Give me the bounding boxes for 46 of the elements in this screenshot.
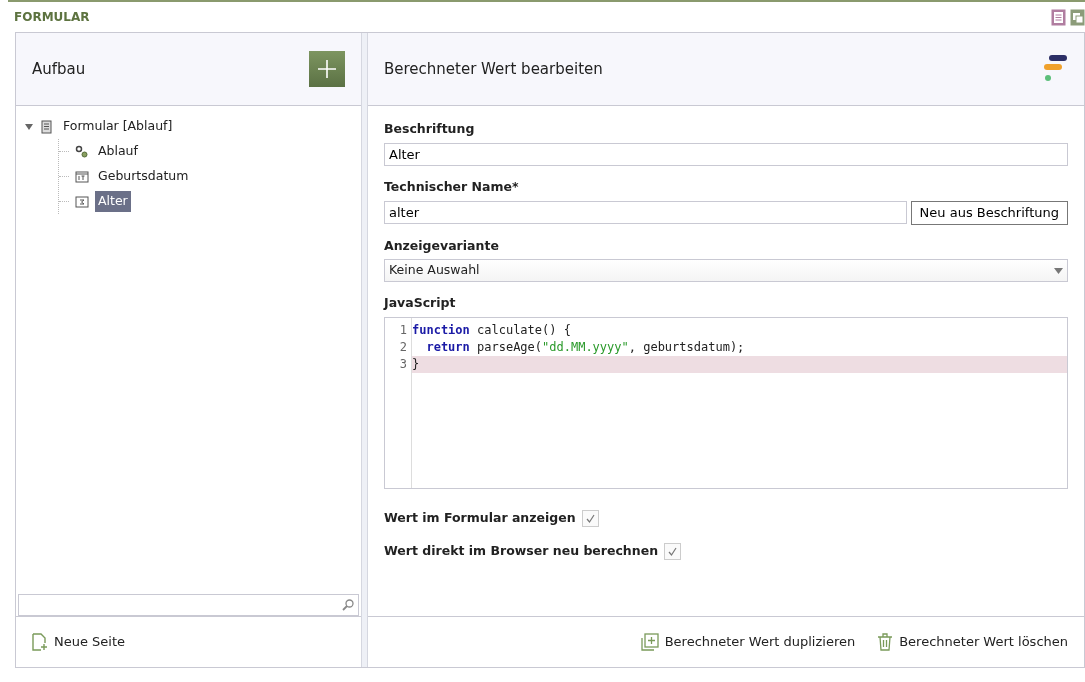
gears-icon (75, 144, 89, 159)
add-button[interactable] (309, 51, 345, 87)
form-icon (40, 119, 54, 134)
trash-icon (877, 633, 894, 651)
tree-item[interactable]: Alter (95, 191, 131, 212)
plus-icon (317, 59, 337, 79)
copy-icon (640, 633, 659, 651)
text-field[interactable]: alter (384, 200, 907, 224)
option-label: Wert direkt im Browser neu berechnen (384, 541, 659, 560)
delete-button[interactable]: Berechneter Wert löschen (877, 632, 1068, 652)
line-number: 3 (398, 356, 408, 373)
dropdown[interactable]: Keine Auswahl (384, 259, 1068, 283)
panel-title: Aufbau (32, 58, 86, 80)
line-number: 2 (398, 339, 408, 356)
checkbox[interactable] (581, 509, 599, 527)
line-number: 1 (398, 322, 408, 339)
expander-icon[interactable] (24, 122, 34, 131)
new-page-button[interactable]: Neue Seite (32, 632, 126, 652)
text-field[interactable]: Alter (384, 142, 1068, 166)
panel-title: Berechneter Wert bearbeiten (384, 58, 603, 80)
code-editor[interactable]: 1 2 3 function calculate() { return parseAge("dd.MM.yyyy", geburtsdatum); } (384, 317, 1068, 489)
check-icon (584, 512, 596, 524)
tree-item[interactable]: Geburtsdatum (95, 166, 192, 187)
document-icon[interactable] (1051, 8, 1066, 26)
tree-item[interactable]: Ablauf (95, 141, 141, 162)
duplicate-button[interactable]: Berechneter Wert duplizieren (640, 632, 856, 652)
document-plus-icon (32, 633, 48, 651)
field-label: Beschriftung (384, 120, 476, 138)
calc-icon (75, 194, 89, 209)
field-label: JavaScript (384, 294, 457, 313)
search-icon (342, 599, 354, 611)
code-line: function calculate() { (412, 322, 572, 339)
windows-icon[interactable] (1070, 8, 1085, 26)
date-icon (75, 169, 89, 184)
form-title: FORMULAR (14, 9, 90, 26)
field-label: Anzeigevariante (384, 236, 500, 255)
logo-icon (1044, 55, 1068, 83)
tree-item[interactable]: Formular [Ablauf] (60, 116, 176, 137)
code-line: return parseAge("dd.MM.yyyy", geburtsdatum); (425, 339, 746, 356)
option-label: Wert im Formular anzeigen (384, 509, 576, 527)
field-label: Technischer Name* (384, 177, 520, 196)
checkbox[interactable] (664, 542, 682, 560)
check-icon (667, 545, 679, 557)
generate-button[interactable]: Neu aus Beschriftung (910, 200, 1068, 225)
caret-icon (1054, 267, 1063, 274)
search-field[interactable] (18, 594, 359, 616)
